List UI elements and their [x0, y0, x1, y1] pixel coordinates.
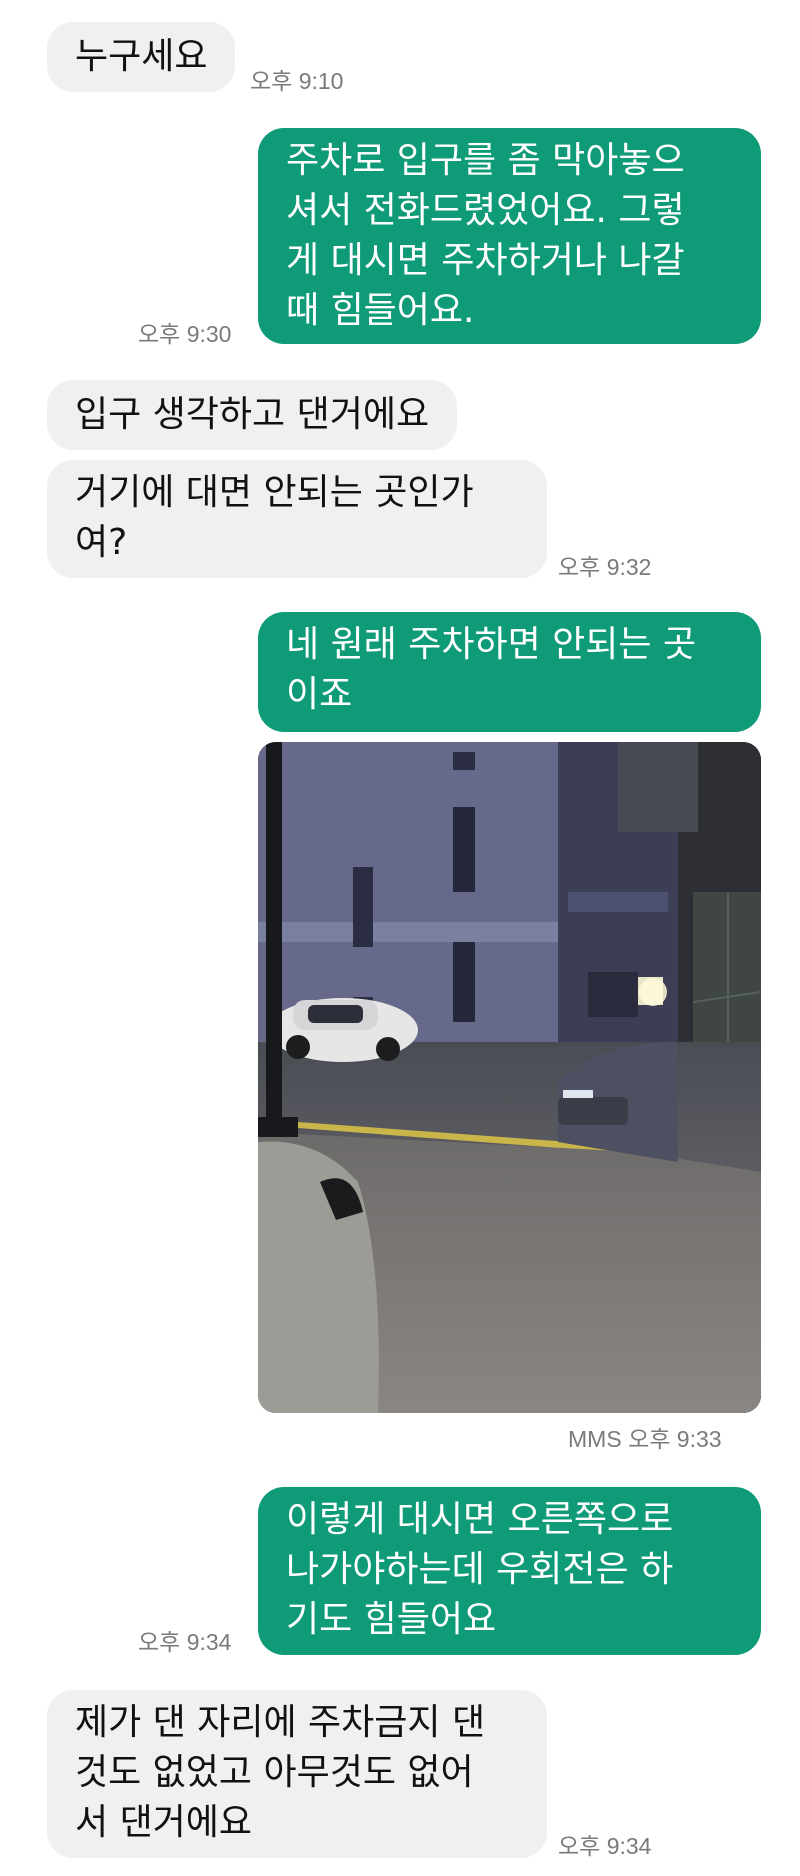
night-street-parking-photo	[258, 742, 761, 1413]
sent-message-bubble[interactable]: 이렇게 대시면 오른쪽으로 나가야하는데 우회전은 하 기도 힘들어요	[258, 1487, 761, 1655]
timestamp-text: 오후 9:33	[628, 1426, 722, 1452]
received-message-bubble[interactable]: 누구세요	[47, 22, 236, 92]
message-timestamp: 오후 9:30	[138, 321, 232, 347]
mms-label: MMS	[568, 1426, 622, 1452]
message-timestamp: 오후 9:34	[558, 1833, 652, 1859]
received-message-bubble[interactable]: 입구 생각하고 댄거에요	[47, 380, 458, 450]
received-message-bubble[interactable]: 거기에 대면 안되는 곳인가 여?	[47, 460, 547, 578]
message-timestamp: 오후 9:32	[558, 554, 652, 580]
mms-photo-attachment[interactable]	[258, 742, 761, 1413]
message-timestamp: 오후 9:34	[138, 1629, 232, 1655]
sent-message-bubble[interactable]: 주차로 입구를 좀 막아놓으 셔서 전화드렸었어요. 그렇 게 대시면 주차하거…	[258, 128, 761, 344]
message-timestamp: 오후 9:10	[250, 68, 344, 94]
received-message-bubble[interactable]: 제가 댄 자리에 주차금지 댄 것도 없었고 아무것도 없어 서 댄거에요	[47, 1690, 547, 1858]
sent-message-bubble[interactable]: 네 원래 주차하면 안되는 곳 이죠	[258, 612, 761, 732]
message-timestamp: MMS 오후 9:33	[568, 1420, 722, 1454]
